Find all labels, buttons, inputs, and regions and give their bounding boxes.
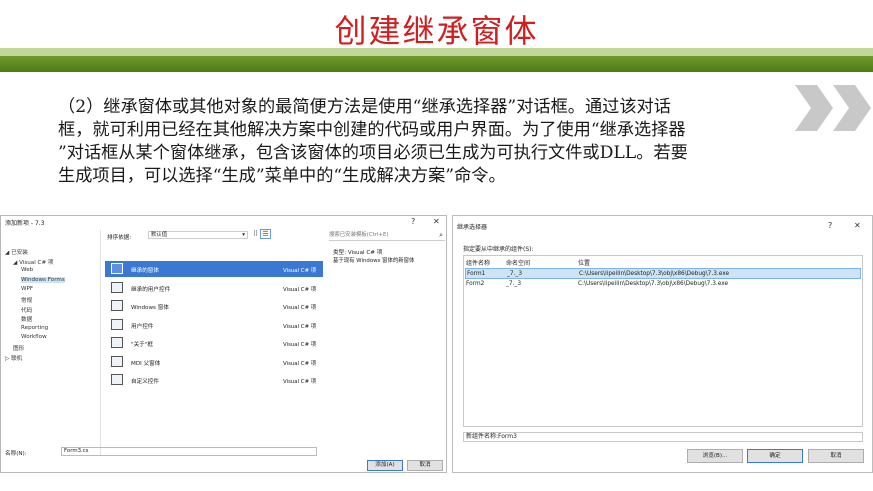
tree-item[interactable]: 图形	[13, 344, 24, 352]
paragraph-line: 生成项目，可以选择“生成”菜单中的“生成解决方案”命令。	[58, 166, 506, 186]
tree-item[interactable]: WPF	[21, 286, 33, 292]
new-component-name: 新组件名称:Form3	[463, 432, 863, 442]
paragraph-line: ”对话框从某个窗体继承，包含该窗体的项目必须已生成为可执行文件或DLL。若要	[58, 143, 688, 163]
form-template-icon	[111, 281, 123, 293]
table-row[interactable]: Form1 _7._3 C:\Users\lipeilin\Desktop\7.3\…	[465, 268, 861, 279]
name-field[interactable]: Form3.cs	[61, 447, 317, 456]
sort-label: 排序依据:	[107, 235, 132, 241]
template-item[interactable]: 继承的用户控件 Visual C# 项	[105, 280, 323, 296]
inheritance-picker-dialog: 继承选择器 ? ✕ 指定要从中继承的组件(S): 组件名称 命名空间 位置 Fo…	[452, 215, 873, 473]
template-item[interactable]: Windows 窗体 Visual C# 项	[105, 298, 323, 314]
tree-item[interactable]: Windows Forms	[21, 276, 65, 283]
template-name: 继承的窗体	[131, 268, 159, 274]
component-label: 指定要从中继承的组件(S):	[463, 246, 534, 253]
paragraph-line: （2）继承窗体或其他对象的最简便方法是使用“继承选择器”对话框。通过该对话	[58, 97, 671, 117]
template-item[interactable]: 自定义控件 Visual C# 项	[105, 372, 323, 388]
dialog-title: 继承选择器	[457, 224, 488, 231]
template-name: "关于"框	[131, 342, 153, 348]
browse-button[interactable]: 浏览(B)...	[687, 449, 743, 463]
view-toggle[interactable]: ⠿ ☰	[253, 229, 271, 239]
tree-item[interactable]: ◢ Visual C# 项	[13, 258, 54, 266]
grid-view-icon[interactable]: ⠿	[253, 230, 258, 238]
template-name: 自定义控件	[131, 379, 159, 385]
add-new-item-dialog: 添加新项 - 7.3 ? ✕ ◢ 已安装 ◢ Visual C# 项 Web Wind…	[0, 215, 447, 473]
tree-item[interactable]: 代码	[21, 306, 32, 314]
search-placeholder: 搜索已安装模板(Ctrl+E)	[329, 232, 389, 238]
template-type: Visual C# 项	[283, 342, 317, 348]
template-list-pane: 排序依据: 默认值 ▾ ⠿ ☰ 继承的窗体 Visual C# 项继承的用户控件 V…	[103, 229, 325, 455]
dialog-title: 添加新项 - 7.3	[5, 220, 45, 227]
template-name: MDI 父窗体	[131, 360, 161, 367]
form-template-icon	[111, 318, 123, 330]
search-icon[interactable]: ⌕	[439, 231, 443, 240]
help-button[interactable]: ?	[828, 221, 832, 230]
template-item[interactable]: 用户控件 Visual C# 项	[105, 317, 323, 333]
form-template-icon	[111, 337, 123, 348]
cancel-button[interactable]: 取消	[808, 449, 864, 463]
category-tree: ◢ 已安装 ◢ Visual C# 项 Web Windows Forms WPF 常规代…	[1, 230, 101, 455]
table-cell: Form2	[466, 281, 485, 287]
template-type: Visual C# 项	[283, 286, 317, 293]
body-paragraph: （2）继承窗体或其他对象的最简便方法是使用“继承选择器”对话框。通过该对话 框，…	[58, 96, 818, 188]
tree-item[interactable]: Web	[21, 267, 33, 273]
add-button[interactable]: 添加(A)	[367, 460, 403, 471]
name-label: 名称(N):	[5, 451, 27, 457]
table-cell: _7._3	[507, 271, 523, 277]
component-table: 组件名称 命名空间 位置 Form1 _7._3 C:\Users\lipeilin…	[463, 255, 863, 427]
template-item[interactable]: "关于"框 Visual C# 项	[105, 335, 323, 351]
ok-button[interactable]: 确定	[747, 449, 803, 463]
table-cell: C:\Users\lipeilin\Desktop\7.3\obj\x86\De…	[579, 271, 730, 277]
search-input[interactable]: 搜索已安装模板(Ctrl+E) ⌕	[329, 231, 445, 241]
close-icon[interactable]: ✕	[854, 221, 861, 230]
header-band-light	[0, 48, 873, 56]
template-type: Visual C# 项	[283, 360, 317, 367]
template-type: Visual C# 项	[283, 305, 317, 311]
template-item[interactable]: MDI 父窗体 Visual C# 项	[105, 354, 323, 370]
chevron-down-icon: ▾	[242, 232, 245, 238]
cancel-button[interactable]: 取消	[407, 460, 443, 471]
column-header[interactable]: 位置	[578, 258, 590, 267]
template-name: 用户控件	[131, 323, 154, 330]
form-template-icon	[111, 300, 123, 311]
template-type: 类型: Visual C# 项	[333, 250, 383, 256]
table-row[interactable]: Form2 _7._3 C:\Users\lipeilin\Desktop\7.3\…	[465, 279, 861, 290]
tree-item[interactable]: 常规	[21, 296, 32, 304]
paragraph-line: 框，就可利用已经在其他解决方案中创建的代码或用户界面。为了使用“继承选择器	[58, 120, 686, 140]
tree-item[interactable]: ◢ 已安装	[5, 248, 28, 256]
column-header[interactable]: 组件名称	[466, 258, 490, 267]
tree-item[interactable]: Workflow	[21, 334, 47, 340]
template-description: 基于现有 Windows 窗体的新窗体	[333, 258, 415, 264]
tree-item[interactable]: ▷ 联机	[5, 354, 22, 362]
template-type: Visual C# 项	[283, 323, 317, 330]
template-type: Visual C# 项	[283, 379, 317, 385]
table-cell: Form1	[467, 271, 486, 277]
sort-dropdown[interactable]: 默认值 ▾	[148, 231, 248, 239]
sort-value: 默认值	[151, 232, 168, 238]
close-icon[interactable]: ✕	[433, 217, 440, 226]
tree-item[interactable]: Reporting	[21, 325, 48, 331]
form-template-icon	[111, 263, 123, 274]
table-cell: C:\Users\lipeilin\Desktop\7.3\obj\x86\De…	[578, 281, 729, 287]
details-pane: 搜索已安装模板(Ctrl+E) ⌕ 类型: Visual C# 项 基于现有 W…	[329, 230, 447, 455]
tree-item[interactable]: 数据	[21, 315, 32, 323]
slide-title: 创建继承窗体	[334, 12, 539, 50]
form-template-icon	[111, 374, 123, 385]
column-header[interactable]: 命名空间	[506, 258, 530, 267]
help-button[interactable]: ?	[411, 217, 415, 226]
form-template-icon	[111, 355, 123, 367]
template-type: Visual C# 项	[283, 268, 317, 274]
template-name: 继承的用户控件	[131, 286, 171, 293]
header-band-dark	[0, 56, 873, 72]
table-cell: _7._3	[506, 281, 522, 287]
template-item[interactable]: 继承的窗体 Visual C# 项	[105, 261, 323, 277]
list-view-icon[interactable]: ☰	[260, 229, 271, 239]
template-name: Windows 窗体	[131, 305, 169, 311]
